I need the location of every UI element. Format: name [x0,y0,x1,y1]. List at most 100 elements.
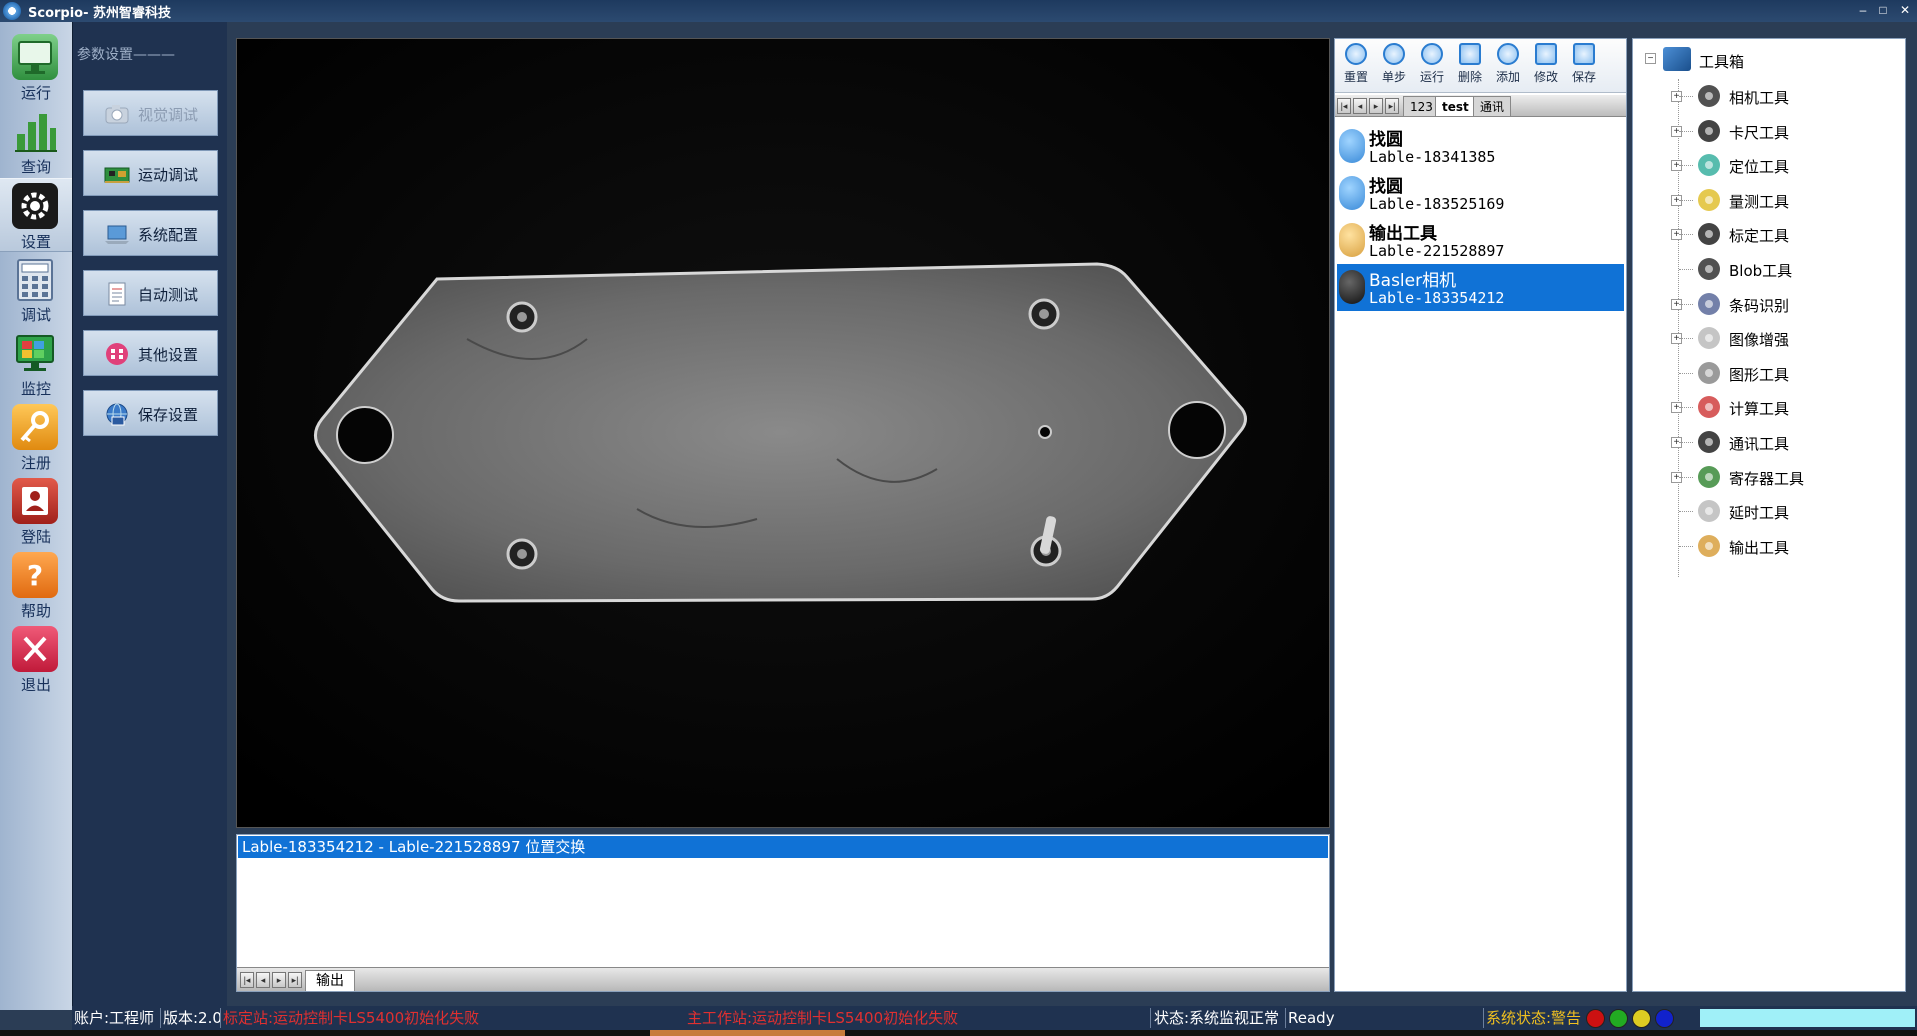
nav-exit[interactable]: 退出 [0,622,72,696]
play-icon [1421,43,1443,65]
circuit-board-icon [104,162,130,186]
minimize-button[interactable]: – [1853,1,1873,19]
tree-branch [1679,303,1693,305]
task-name: Basler相机 [1369,271,1457,291]
log-selected-line[interactable]: Lable-183354212 - Lable-221528897 位置交换 [238,836,1328,858]
app-logo-icon [3,2,21,20]
first-tab-button[interactable]: |◂ [1337,98,1351,114]
nav-monitor[interactable]: 监控 [0,326,72,400]
task-item[interactable]: 找圆 Lable-183525169 [1337,170,1624,217]
system-config-button[interactable]: 系统配置 [83,210,218,256]
task-item-selected[interactable]: Basler相机 Lable-183354212 [1337,264,1624,311]
last-tab-button[interactable]: ▸| [1385,98,1399,114]
task-name: 找圆 [1369,130,1403,150]
green-led-icon [1609,1009,1628,1028]
run-label: 运行 [1419,70,1444,84]
system-state-warning: 系统状态:警告 [1486,1009,1582,1027]
red-led-icon [1586,1009,1605,1028]
key-icon [12,404,58,450]
status-bar: 账户:工程师 版本:2.0 标定站:运动控制卡LS5400初始化失败 主工作站:… [72,1006,1917,1030]
main-nav: 运行 查询 设置 调试 监控 注册 登陆 ? 帮助 退出 [0,22,72,1010]
edit-button[interactable]: 修改 [1529,43,1563,91]
part-image [237,39,1329,827]
add-button[interactable]: 添加 [1491,43,1525,91]
nav-help-label: 帮助 [20,602,51,620]
auto-test-button[interactable]: 自动测试 [83,270,218,316]
nav-register[interactable]: 注册 [0,400,72,474]
reset-icon [1345,43,1367,65]
save-button[interactable]: 保存 [1567,43,1601,91]
nav-run-label: 运行 [20,84,51,102]
task-item[interactable]: 找圆 Lable-18341385 [1337,123,1624,170]
task-label: Lable-18341385 [1369,148,1496,166]
settings-icon [104,342,130,366]
toolbox-tool-label: 输出工具 [1729,538,1790,557]
task-label: Lable-221528897 [1369,242,1505,260]
first-page-button[interactable]: |◂ [240,972,254,988]
bar-chart-icon [12,108,58,154]
tree-branch [1679,338,1693,340]
motion-debug-label: 运动调试 [138,166,199,184]
status-separator [160,1008,161,1028]
log-tab-strip: |◂ ◂ ▸ ▸| 输出 [237,967,1329,991]
step-button[interactable]: 单步 [1377,43,1411,91]
tree-connector [1678,79,1679,577]
status-separator [220,1008,221,1028]
camera-image-view[interactable] [236,38,1330,828]
output-icon [1339,223,1365,257]
circle-find-icon [1339,176,1365,210]
next-page-button[interactable]: ▸ [272,972,286,988]
tree-branch [1679,96,1693,97]
delete-label: 删除 [1457,70,1482,84]
tab-output[interactable]: 输出 [305,970,355,991]
monitor-icon [12,34,58,80]
camera-icon [104,102,130,126]
nav-login[interactable]: 登陆 [0,474,72,548]
image-enhance-icon [1695,323,1723,353]
tree-branch [1679,269,1693,270]
system-monitor-status: 状态:系统监视正常 [1154,1009,1280,1027]
run-button[interactable]: 运行 [1415,43,1449,91]
param-settings-title: 参数设置——— [77,47,175,63]
delete-button[interactable]: 删除 [1453,43,1487,91]
scissors-icon [1459,43,1481,65]
monitor-icon [12,330,58,376]
reset-label: 重置 [1343,70,1368,84]
next-tab-button[interactable]: ▸ [1369,98,1383,114]
calibration-error: 标定站:运动控制卡LS5400初始化失败 [223,1009,480,1027]
tree-branch [1679,511,1693,513]
task-flow-panel: 重置 单步 运行 删除 添加 修改 保存 |◂ ◂ ▸ ▸| 123 test … [1334,38,1627,992]
save-settings-button[interactable]: 保存设置 [83,390,218,436]
location-icon [1695,150,1723,180]
calculator-icon [12,256,58,302]
status-separator [1483,1008,1484,1028]
main-station-error: 主工作站:运动控制卡LS5400初始化失败 [687,1009,959,1027]
task-item[interactable]: 输出工具 Lable-221528897 [1337,217,1624,264]
maximize-button[interactable]: □ [1873,1,1893,19]
system-config-label: 系统配置 [138,226,199,244]
prev-page-button[interactable]: ◂ [256,972,270,988]
nav-help[interactable]: ? 帮助 [0,548,72,622]
nav-settings[interactable]: 设置 [0,178,72,252]
last-page-button[interactable]: ▸| [288,972,302,988]
motion-debug-button[interactable]: 运动调试 [83,150,218,196]
tab-comm[interactable]: 通讯 [1473,96,1512,116]
plus-icon [1497,43,1519,65]
nav-debug[interactable]: 调试 [0,252,72,326]
nav-query[interactable]: 查询 [0,104,72,178]
output-log-panel: Lable-183354212 - Lable-221528897 位置交换 |… [236,834,1330,992]
save-globe-icon [104,402,130,426]
tab-test[interactable]: test [1435,96,1476,116]
other-settings-button[interactable]: 其他设置 [83,330,218,376]
prev-tab-button[interactable]: ◂ [1353,98,1367,114]
close-button[interactable]: ✕ [1895,1,1915,19]
vision-debug-button[interactable]: 视觉调试 [83,90,218,136]
collapse-icon[interactable]: − [1645,53,1656,64]
save-settings-label: 保存设置 [138,406,199,424]
nav-run[interactable]: 运行 [0,30,72,104]
nav-register-label: 注册 [20,454,51,472]
register-icon [1695,462,1723,492]
blue-led-icon [1655,1009,1674,1028]
reset-button[interactable]: 重置 [1339,43,1373,91]
toolbox-root-label: 工具箱 [1699,53,1745,71]
